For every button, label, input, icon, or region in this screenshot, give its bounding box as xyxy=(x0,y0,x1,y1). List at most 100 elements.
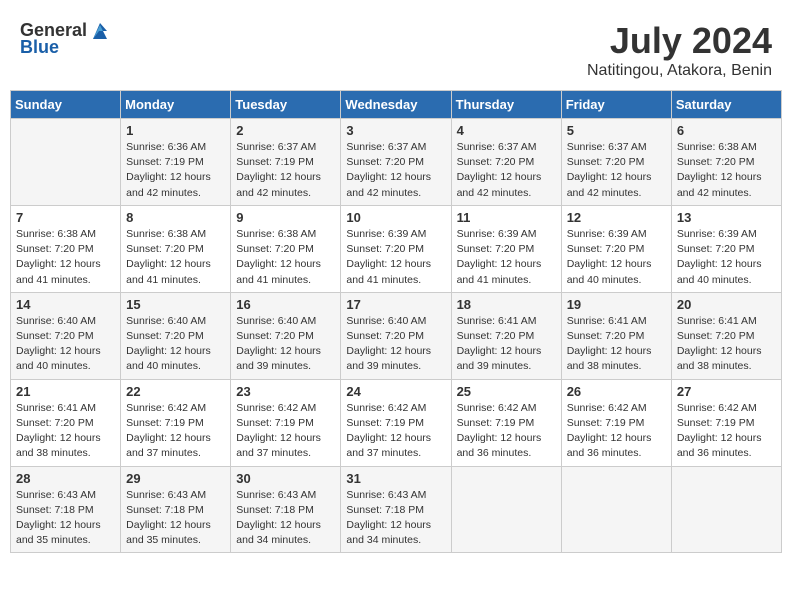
day-info: Sunrise: 6:43 AM Sunset: 7:18 PM Dayligh… xyxy=(16,488,115,549)
calendar-cell: 6 Sunrise: 6:38 AM Sunset: 7:20 PM Daylig… xyxy=(671,119,781,206)
calendar-cell: 3 Sunrise: 6:37 AM Sunset: 7:20 PM Daylig… xyxy=(341,119,451,206)
day-number: 23 xyxy=(236,384,335,399)
day-info: Sunrise: 6:36 AM Sunset: 7:19 PM Dayligh… xyxy=(126,140,225,201)
title-area: July 2024 Natitingou, Atakora, Benin xyxy=(587,20,772,80)
day-number: 8 xyxy=(126,210,225,225)
day-info: Sunrise: 6:39 AM Sunset: 7:20 PM Dayligh… xyxy=(677,227,776,288)
day-info: Sunrise: 6:39 AM Sunset: 7:20 PM Dayligh… xyxy=(567,227,666,288)
day-number: 15 xyxy=(126,297,225,312)
weekday-header: Wednesday xyxy=(341,91,451,119)
day-info: Sunrise: 6:37 AM Sunset: 7:20 PM Dayligh… xyxy=(567,140,666,201)
calendar-week-row: 28 Sunrise: 6:43 AM Sunset: 7:18 PM Dayli… xyxy=(11,466,782,553)
day-number: 19 xyxy=(567,297,666,312)
calendar-cell: 7 Sunrise: 6:38 AM Sunset: 7:20 PM Daylig… xyxy=(11,205,121,292)
calendar-cell: 12 Sunrise: 6:39 AM Sunset: 7:20 PM Dayli… xyxy=(561,205,671,292)
calendar-cell xyxy=(11,119,121,206)
day-number: 5 xyxy=(567,123,666,138)
calendar-cell: 17 Sunrise: 6:40 AM Sunset: 7:20 PM Dayli… xyxy=(341,292,451,379)
calendar-cell: 13 Sunrise: 6:39 AM Sunset: 7:20 PM Dayli… xyxy=(671,205,781,292)
day-number: 24 xyxy=(346,384,445,399)
calendar-cell: 22Sunrise: 6:42 AM Sunset: 7:19 PM Dayli… xyxy=(121,379,231,466)
day-info: Sunrise: 6:37 AM Sunset: 7:20 PM Dayligh… xyxy=(346,140,445,201)
day-number: 30 xyxy=(236,471,335,486)
calendar-week-row: 1 Sunrise: 6:36 AM Sunset: 7:19 PM Daylig… xyxy=(11,119,782,206)
day-number: 17 xyxy=(346,297,445,312)
day-number: 6 xyxy=(677,123,776,138)
logo-icon xyxy=(89,21,111,41)
day-number: 12 xyxy=(567,210,666,225)
subtitle: Natitingou, Atakora, Benin xyxy=(587,62,772,80)
day-info: Sunrise: 6:38 AM Sunset: 7:20 PM Dayligh… xyxy=(16,227,115,288)
day-number: 4 xyxy=(457,123,556,138)
weekday-header: Sunday xyxy=(11,91,121,119)
calendar-cell: 25 Sunrise: 6:42 AM Sunset: 7:19 PM Dayli… xyxy=(451,379,561,466)
calendar-cell: 11Sunrise: 6:39 AM Sunset: 7:20 PM Dayli… xyxy=(451,205,561,292)
calendar-cell: 1 Sunrise: 6:36 AM Sunset: 7:19 PM Daylig… xyxy=(121,119,231,206)
calendar-cell: 26Sunrise: 6:42 AM Sunset: 7:19 PM Dayli… xyxy=(561,379,671,466)
day-number: 11 xyxy=(457,210,556,225)
day-number: 29 xyxy=(126,471,225,486)
calendar: SundayMondayTuesdayWednesdayThursdayFrid… xyxy=(10,90,782,553)
header: General Blue July 2024 Natitingou, Atako… xyxy=(10,10,782,85)
day-info: Sunrise: 6:41 AM Sunset: 7:20 PM Dayligh… xyxy=(457,314,556,375)
logo: General Blue xyxy=(20,20,111,58)
calendar-cell: 20 Sunrise: 6:41 AM Sunset: 7:20 PM Dayli… xyxy=(671,292,781,379)
calendar-cell: 16Sunrise: 6:40 AM Sunset: 7:20 PM Dayli… xyxy=(231,292,341,379)
calendar-cell: 4Sunrise: 6:37 AM Sunset: 7:20 PM Daylig… xyxy=(451,119,561,206)
day-number: 28 xyxy=(16,471,115,486)
day-info: Sunrise: 6:43 AM Sunset: 7:18 PM Dayligh… xyxy=(126,488,225,549)
calendar-cell: 5 Sunrise: 6:37 AM Sunset: 7:20 PM Daylig… xyxy=(561,119,671,206)
day-number: 31 xyxy=(346,471,445,486)
day-number: 21 xyxy=(16,384,115,399)
calendar-cell: 15 Sunrise: 6:40 AM Sunset: 7:20 PM Dayli… xyxy=(121,292,231,379)
calendar-cell: 29 Sunrise: 6:43 AM Sunset: 7:18 PM Dayli… xyxy=(121,466,231,553)
calendar-cell xyxy=(451,466,561,553)
day-info: Sunrise: 6:40 AM Sunset: 7:20 PM Dayligh… xyxy=(346,314,445,375)
calendar-header-row: SundayMondayTuesdayWednesdayThursdayFrid… xyxy=(11,91,782,119)
day-number: 20 xyxy=(677,297,776,312)
main-title: July 2024 xyxy=(587,20,772,62)
day-number: 7 xyxy=(16,210,115,225)
day-number: 14 xyxy=(16,297,115,312)
day-number: 9 xyxy=(236,210,335,225)
day-info: Sunrise: 6:41 AM Sunset: 7:20 PM Dayligh… xyxy=(16,401,115,462)
calendar-cell xyxy=(671,466,781,553)
day-info: Sunrise: 6:43 AM Sunset: 7:18 PM Dayligh… xyxy=(346,488,445,549)
calendar-cell: 10Sunrise: 6:39 AM Sunset: 7:20 PM Dayli… xyxy=(341,205,451,292)
calendar-cell: 19 Sunrise: 6:41 AM Sunset: 7:20 PM Dayli… xyxy=(561,292,671,379)
calendar-cell: 21 Sunrise: 6:41 AM Sunset: 7:20 PM Dayli… xyxy=(11,379,121,466)
weekday-header: Tuesday xyxy=(231,91,341,119)
weekday-header: Saturday xyxy=(671,91,781,119)
weekday-header: Thursday xyxy=(451,91,561,119)
calendar-week-row: 21 Sunrise: 6:41 AM Sunset: 7:20 PM Dayli… xyxy=(11,379,782,466)
calendar-cell: 23Sunrise: 6:42 AM Sunset: 7:19 PM Dayli… xyxy=(231,379,341,466)
day-info: Sunrise: 6:43 AM Sunset: 7:18 PM Dayligh… xyxy=(236,488,335,549)
weekday-header: Monday xyxy=(121,91,231,119)
day-number: 18 xyxy=(457,297,556,312)
calendar-cell: 9Sunrise: 6:38 AM Sunset: 7:20 PM Daylig… xyxy=(231,205,341,292)
day-number: 2 xyxy=(236,123,335,138)
day-info: Sunrise: 6:42 AM Sunset: 7:19 PM Dayligh… xyxy=(457,401,556,462)
calendar-cell: 24 Sunrise: 6:42 AM Sunset: 7:19 PM Dayli… xyxy=(341,379,451,466)
day-info: Sunrise: 6:41 AM Sunset: 7:20 PM Dayligh… xyxy=(677,314,776,375)
day-number: 22 xyxy=(126,384,225,399)
calendar-week-row: 7 Sunrise: 6:38 AM Sunset: 7:20 PM Daylig… xyxy=(11,205,782,292)
day-info: Sunrise: 6:42 AM Sunset: 7:19 PM Dayligh… xyxy=(677,401,776,462)
day-number: 3 xyxy=(346,123,445,138)
day-info: Sunrise: 6:41 AM Sunset: 7:20 PM Dayligh… xyxy=(567,314,666,375)
day-number: 13 xyxy=(677,210,776,225)
calendar-cell: 27 Sunrise: 6:42 AM Sunset: 7:19 PM Dayli… xyxy=(671,379,781,466)
day-number: 1 xyxy=(126,123,225,138)
day-info: Sunrise: 6:40 AM Sunset: 7:20 PM Dayligh… xyxy=(126,314,225,375)
day-info: Sunrise: 6:42 AM Sunset: 7:19 PM Dayligh… xyxy=(346,401,445,462)
calendar-cell: 14Sunrise: 6:40 AM Sunset: 7:20 PM Dayli… xyxy=(11,292,121,379)
calendar-cell xyxy=(561,466,671,553)
calendar-cell: 30 Sunrise: 6:43 AM Sunset: 7:18 PM Dayli… xyxy=(231,466,341,553)
day-number: 25 xyxy=(457,384,556,399)
calendar-cell: 2Sunrise: 6:37 AM Sunset: 7:19 PM Daylig… xyxy=(231,119,341,206)
day-number: 27 xyxy=(677,384,776,399)
day-info: Sunrise: 6:38 AM Sunset: 7:20 PM Dayligh… xyxy=(677,140,776,201)
day-number: 26 xyxy=(567,384,666,399)
calendar-cell: 28 Sunrise: 6:43 AM Sunset: 7:18 PM Dayli… xyxy=(11,466,121,553)
calendar-cell: 18 Sunrise: 6:41 AM Sunset: 7:20 PM Dayli… xyxy=(451,292,561,379)
